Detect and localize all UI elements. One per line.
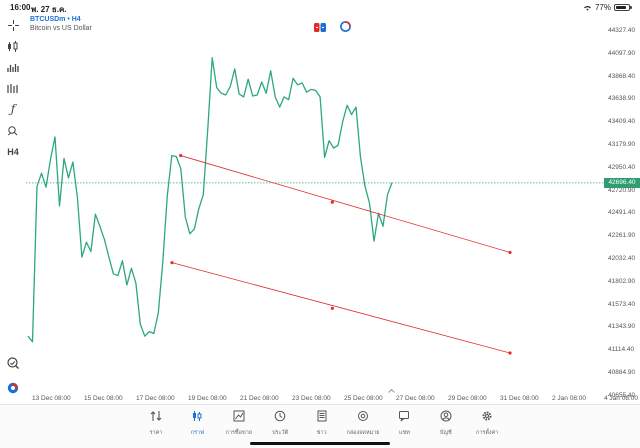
nav-item-quotes[interactable]: ราคา <box>136 409 176 437</box>
time-tick-label: 23 Dec 08:00 <box>292 395 331 402</box>
nav-item-label: กราฟ <box>190 430 205 436</box>
price-tick-label: 42261.90 <box>608 232 636 240</box>
price-tick-label: 42491.40 <box>608 209 636 217</box>
trendline-2-start-handle[interactable] <box>170 261 174 265</box>
time-tick-label: 13 Dec 08:00 <box>32 395 71 402</box>
price-line-series <box>27 57 393 343</box>
trendline-2-mid-handle[interactable] <box>330 306 334 310</box>
price-tick-label: 43868.40 <box>608 72 636 80</box>
price-tick-label: 42032.40 <box>608 255 636 262</box>
price-tick-label: 43409.40 <box>608 118 636 126</box>
nav-item-history[interactable]: ประวัติ <box>260 409 300 437</box>
time-tick-label: 25 Dec 08:00 <box>344 395 383 402</box>
nav-item-label: กล่องจดหมาย <box>346 430 380 436</box>
price-tick-label: 40884.90 <box>608 369 636 376</box>
time-tick-label: 17 Dec 08:00 <box>136 395 175 402</box>
trendline-2[interactable] <box>171 262 511 354</box>
quotes-icon <box>136 409 176 423</box>
nav-item-mailbox[interactable]: กล่องจดหมาย <box>343 409 383 437</box>
nav-item-label: ข่าว <box>316 430 327 436</box>
time-tick-label: 31 Dec 08:00 <box>500 395 539 402</box>
trendline-1-start-handle[interactable] <box>179 153 183 158</box>
time-tick-label: 27 Dec 08:00 <box>396 395 435 402</box>
trendline-1-mid-handle[interactable] <box>330 200 334 204</box>
objects-icon[interactable] <box>4 122 22 138</box>
nav-item-label: ราคา <box>149 430 163 436</box>
price-tick-label: 42950.40 <box>608 163 636 171</box>
nav-item-label: ประวัติ <box>272 430 289 436</box>
trendline-1[interactable] <box>180 155 511 253</box>
nav-item-label: การซื้อขาย <box>225 430 253 436</box>
function-icon[interactable]: ƒ <box>4 101 22 117</box>
price-tick-label: 43179.90 <box>608 141 636 148</box>
time-tick-label: 29 Dec 08:00 <box>448 395 487 402</box>
bars-icon[interactable] <box>4 80 22 96</box>
time-tick-label: 15 Dec 08:00 <box>84 395 123 402</box>
history-icon <box>260 409 300 423</box>
current-price-label: 42696.40 <box>604 178 640 188</box>
chart-icon <box>177 409 217 423</box>
price-chart[interactable] <box>26 14 614 404</box>
battery-percent: 77% <box>594 3 611 12</box>
timeframe-button[interactable]: H4 <box>4 144 22 160</box>
account-icon <box>426 409 466 423</box>
trade-icon <box>219 409 259 423</box>
left-toolbar: ƒ H4 <box>0 14 26 404</box>
time-tick-label: 4 Jan 08:00 <box>604 395 638 402</box>
status-bar: 16:00 พ. 27 ธ.ค. 77% <box>0 0 640 14</box>
nav-item-label: บัญชี <box>439 430 452 436</box>
price-tick-label: 44097.90 <box>608 49 636 57</box>
price-axis: 44327.40 44097.90 43868.40 43638.90 43409.40… <box>604 14 640 404</box>
nav-item-news[interactable]: ข่าว <box>302 409 342 437</box>
crosshair-icon[interactable] <box>4 17 22 33</box>
trading-signals-icon[interactable] <box>4 380 22 396</box>
trendline-2-end-handle[interactable] <box>508 351 512 355</box>
nav-item-chat[interactable]: แชท <box>384 409 424 437</box>
wifi-icon <box>584 5 591 11</box>
search-zoom-icon[interactable] <box>4 355 22 371</box>
price-tick-label: 41802.90 <box>608 277 636 285</box>
nav-item-trade[interactable]: การซื้อขาย <box>219 409 259 437</box>
time-tick-label: 21 Dec 08:00 <box>240 395 279 402</box>
chart-type-icon[interactable] <box>4 38 22 54</box>
status-right: 77% <box>583 3 632 12</box>
time-tick-label: 19 Dec 08:00 <box>188 395 227 402</box>
trendline-1-end-handle[interactable] <box>508 250 512 255</box>
nav-item-label: การตั้งค่า <box>475 430 499 436</box>
time-tick-label: 2 Jan 08:00 <box>552 395 586 402</box>
time-axis: 13 Dec 08:00 15 Dec 08:00 17 Dec 08:00 19 D… <box>26 389 638 404</box>
indicators-icon[interactable] <box>4 59 22 75</box>
battery-icon <box>614 4 632 11</box>
nav-item-chart[interactable]: กราฟ <box>177 409 217 437</box>
price-tick-label: 44327.40 <box>608 27 636 34</box>
nav-item-label: แชท <box>398 430 410 436</box>
price-tick-label: 41573.40 <box>608 300 636 308</box>
scroll-to-end-icon[interactable] <box>388 389 395 393</box>
price-tick-label: 43638.90 <box>608 95 636 103</box>
status-time: 16:00 <box>10 3 31 12</box>
news-icon <box>302 409 342 423</box>
settings-icon <box>467 409 507 423</box>
nav-item-settings[interactable]: การตั้งค่า <box>467 409 507 437</box>
home-indicator <box>250 442 390 445</box>
chat-icon <box>384 409 424 423</box>
price-tick-label: 41343.90 <box>608 323 636 331</box>
price-tick-label: 41114.40 <box>608 346 635 354</box>
mailbox-icon <box>343 409 383 423</box>
nav-item-account[interactable]: บัญชี <box>426 409 466 437</box>
